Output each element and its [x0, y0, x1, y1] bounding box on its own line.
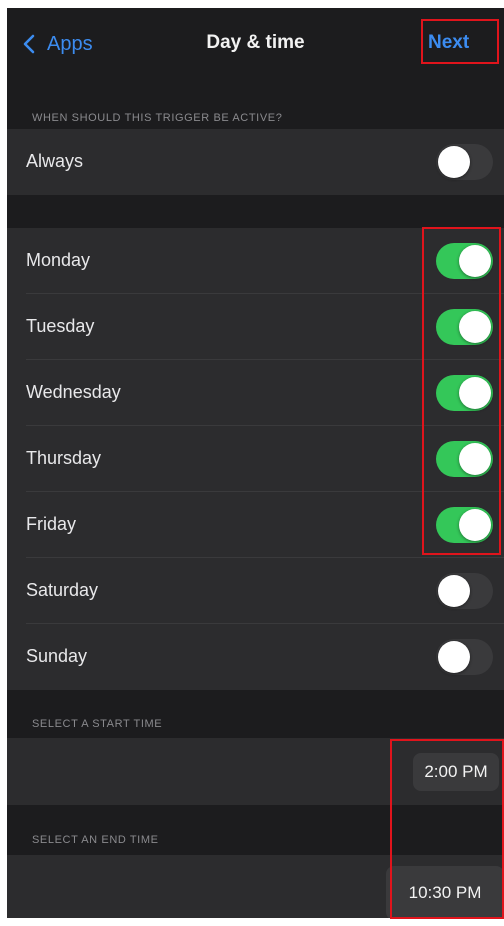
day-label: Friday	[26, 514, 77, 534]
toggle-knob	[459, 311, 491, 343]
day-label: Tuesday	[26, 316, 95, 336]
start-time-picker[interactable]: 2:00 PM	[413, 753, 499, 791]
day-row-friday: Friday	[7, 492, 504, 558]
saturday-toggle[interactable]	[436, 573, 493, 609]
end-time-picker[interactable]: 10:30 PM	[386, 866, 504, 918]
always-label: Always	[26, 151, 84, 171]
wednesday-toggle[interactable]	[436, 375, 493, 411]
toggle-knob	[459, 245, 491, 277]
tuesday-toggle[interactable]	[436, 309, 493, 345]
day-row-sunday: Sunday	[7, 624, 504, 690]
day-label: Thursday	[26, 448, 102, 468]
always-toggle[interactable]	[436, 144, 493, 180]
end-time-header: SELECT AN END TIME	[32, 834, 159, 846]
start-time-row: 2:00 PM	[7, 738, 504, 805]
always-group: Always	[7, 129, 504, 195]
day-row-tuesday: Tuesday	[7, 294, 504, 360]
always-row: Always	[7, 129, 504, 195]
next-button[interactable]: Next	[428, 32, 469, 54]
day-label: Sunday	[26, 646, 88, 666]
toggle-knob	[459, 509, 491, 541]
sunday-toggle[interactable]	[436, 639, 493, 675]
toggle-knob	[459, 443, 491, 475]
toggle-knob	[438, 146, 470, 178]
trigger-section-header: WHEN SHOULD THIS TRIGGER BE ACTIVE?	[32, 112, 283, 124]
day-label: Saturday	[26, 580, 99, 600]
start-time-header: SELECT A START TIME	[32, 718, 163, 730]
end-time-row: 10:30 PM	[7, 855, 504, 918]
toggle-knob	[438, 575, 470, 607]
days-group: Monday Tuesday Wednesday Thursday Friday…	[7, 228, 504, 690]
friday-toggle[interactable]	[436, 507, 493, 543]
toggle-knob	[438, 641, 470, 673]
day-label: Monday	[26, 250, 91, 270]
day-row-monday: Monday	[7, 228, 504, 294]
day-label: Wednesday	[26, 382, 121, 402]
thursday-toggle[interactable]	[436, 441, 493, 477]
nav-bar: Apps Day & time Next	[7, 8, 504, 82]
day-row-saturday: Saturday	[7, 558, 504, 624]
day-row-wednesday: Wednesday	[7, 360, 504, 426]
day-row-thursday: Thursday	[7, 426, 504, 492]
toggle-knob	[459, 377, 491, 409]
monday-toggle[interactable]	[436, 243, 493, 279]
screen: Apps Day & time Next WHEN SHOULD THIS TR…	[7, 8, 504, 918]
